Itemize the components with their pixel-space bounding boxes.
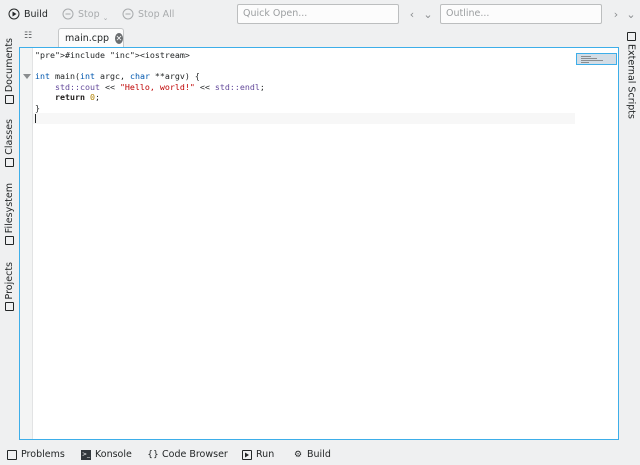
run-button[interactable]: Run xyxy=(242,447,274,462)
classes-icon xyxy=(4,157,14,167)
forward-icon[interactable]: › xyxy=(609,4,623,24)
stop-all-button[interactable]: Stop All xyxy=(122,5,174,23)
chevron-down-icon[interactable]: ⌄ xyxy=(103,14,109,22)
code-line-1: "pre">#include "inc"><iostream> xyxy=(35,50,190,60)
external-scripts-icon xyxy=(626,32,636,41)
text-cursor xyxy=(35,114,36,123)
build-button-label: Build xyxy=(24,8,48,20)
tab-documents[interactable]: Documents xyxy=(0,38,18,105)
konsole-button[interactable]: >_ Konsole xyxy=(81,447,132,462)
code-browser-button[interactable]: {} Code Browser xyxy=(147,447,228,462)
editor-gutter xyxy=(20,48,33,439)
code-editor[interactable]: "pre">#include "inc"><iostream> int main… xyxy=(19,47,619,440)
tab-filesystem[interactable]: Filesystem xyxy=(0,183,18,246)
documents-icon xyxy=(4,95,14,105)
problems-button[interactable]: Problems xyxy=(7,447,65,462)
code-line-3: int main(int argc, char **argv) { xyxy=(35,71,200,81)
outline-input[interactable]: Outline... xyxy=(440,4,602,24)
build-panel-label: Build xyxy=(307,449,331,460)
konsole-icon: >_ xyxy=(81,449,91,460)
build-panel-button[interactable]: ⚙ Build xyxy=(293,447,331,462)
projects-icon xyxy=(4,302,14,312)
problems-icon xyxy=(7,449,17,460)
code-browser-label: Code Browser xyxy=(162,449,228,460)
tab-classes-label: Classes xyxy=(3,119,15,155)
code-line-4: std::cout << "Hello, world!" << std::end… xyxy=(54,81,265,92)
tab-projects-label: Projects xyxy=(3,262,15,300)
code-line-7-current xyxy=(33,113,575,124)
filesystem-icon xyxy=(4,236,14,246)
stop-all-icon xyxy=(122,8,134,20)
tab-filesystem-label: Filesystem xyxy=(3,183,15,234)
stop-all-button-label: Stop All xyxy=(138,8,175,20)
tab-documents-label: Documents xyxy=(3,38,15,93)
stop-icon xyxy=(62,8,74,20)
tab-classes[interactable]: Classes xyxy=(0,119,18,167)
run-icon xyxy=(242,449,252,460)
fold-marker-icon[interactable] xyxy=(23,74,31,79)
run-label: Run xyxy=(256,449,275,460)
gear-icon: ⚙ xyxy=(293,449,303,460)
stop-button-label: Stop xyxy=(78,8,100,20)
back-icon[interactable]: ‹ xyxy=(405,4,419,24)
problems-label: Problems xyxy=(21,449,65,460)
code-line-5: return 0; xyxy=(54,92,100,102)
chevron-down-icon[interactable]: ⌄ xyxy=(624,4,638,24)
tab-list-icon[interactable]: ☷ xyxy=(24,31,32,41)
left-dock: Documents Classes Filesystem Projects xyxy=(0,30,18,442)
close-icon[interactable]: ✕ xyxy=(115,32,123,44)
document-tabbar: ☷ main.cpp ✕ xyxy=(20,28,620,47)
tab-projects[interactable]: Projects xyxy=(0,262,18,312)
konsole-label: Konsole xyxy=(95,449,132,460)
build-button[interactable]: Build xyxy=(8,5,48,23)
stop-button[interactable]: Stop ⌄ xyxy=(62,5,108,23)
tab-label: main.cpp xyxy=(65,32,110,44)
code-browser-icon: {} xyxy=(147,449,159,460)
tab-main-cpp[interactable]: main.cpp ✕ xyxy=(58,28,124,47)
build-icon xyxy=(8,8,20,20)
quick-open-input[interactable]: Quick Open... xyxy=(237,4,399,24)
chevron-down-icon[interactable]: ⌄ xyxy=(421,4,435,24)
tab-external-scripts-label: External Scripts xyxy=(625,44,637,119)
main-toolbar: Build Stop ⌄ Stop All Quick Open... ‹ ⌄ … xyxy=(0,0,640,28)
code-line-6: } xyxy=(35,102,40,113)
minimap[interactable] xyxy=(576,53,617,65)
right-dock: External Scripts xyxy=(622,32,640,122)
code-area[interactable]: "pre">#include "inc"><iostream> int main… xyxy=(33,50,575,124)
tab-external-scripts[interactable]: External Scripts xyxy=(622,32,640,119)
bottom-toolbar: Problems >_ Konsole {} Code Browser Run … xyxy=(0,444,640,465)
